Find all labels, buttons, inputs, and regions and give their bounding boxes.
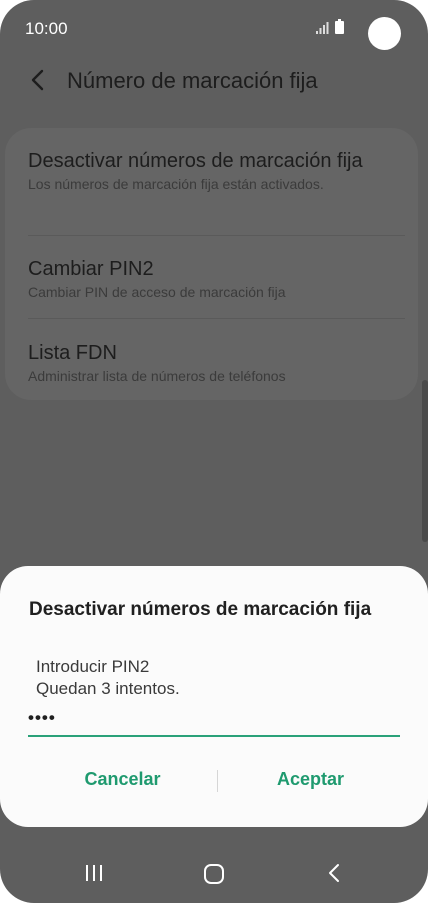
chevron-left-icon[interactable]: [24, 66, 54, 96]
scroll-indicator[interactable]: [422, 380, 428, 542]
pin2-dialog: Desactivar números de marcación fija Int…: [0, 566, 428, 827]
setting-change-pin2[interactable]: Cambiar PIN2 Cambiar PIN de acceso de ma…: [28, 256, 400, 300]
setting-subtitle: Los números de marcación fija están acti…: [28, 176, 324, 192]
setting-title: Desactivar números de marcación fija: [28, 150, 363, 172]
cancel-button[interactable]: Cancelar: [30, 759, 215, 799]
recent-apps-icon[interactable]: [84, 864, 104, 882]
setting-subtitle: Administrar lista de números de teléfono…: [28, 368, 286, 384]
pin2-input[interactable]: ••••: [28, 701, 400, 737]
setting-disable-fdn[interactable]: Desactivar números de marcación fija Los…: [28, 148, 400, 192]
phone-screen: 10:00 Número de marcación fija Desactiva…: [0, 0, 428, 903]
signal-icon: [316, 22, 329, 34]
accept-button[interactable]: Aceptar: [218, 759, 403, 799]
navigation-bar: [0, 846, 428, 903]
front-camera: [368, 17, 401, 50]
home-icon[interactable]: [203, 863, 225, 885]
attempts-remaining: Quedan 3 intentos.: [36, 679, 180, 698]
divider: [28, 235, 405, 236]
pin2-value: ••••: [28, 708, 56, 727]
page-title: Número de marcación fija: [67, 68, 318, 93]
setting-subtitle: Cambiar PIN de acceso de marcación fija: [28, 284, 286, 300]
app-header: Número de marcación fija: [0, 56, 428, 106]
status-time: 10:00: [25, 19, 68, 38]
divider: [28, 318, 405, 319]
settings-list: Desactivar números de marcación fija Los…: [5, 128, 418, 400]
dialog-prompt: Introducir PIN2 Quedan 3 intentos.: [36, 656, 180, 700]
battery-icon: [335, 19, 344, 34]
dialog-title: Desactivar números de marcación fija: [29, 599, 372, 620]
prompt-label: Introducir PIN2: [36, 657, 150, 676]
setting-title: Lista FDN: [28, 342, 117, 364]
setting-title: Cambiar PIN2: [28, 258, 154, 280]
back-icon[interactable]: [326, 862, 342, 884]
status-bar: 10:00: [0, 0, 428, 56]
setting-fdn-list[interactable]: Lista FDN Administrar lista de números d…: [28, 340, 400, 384]
